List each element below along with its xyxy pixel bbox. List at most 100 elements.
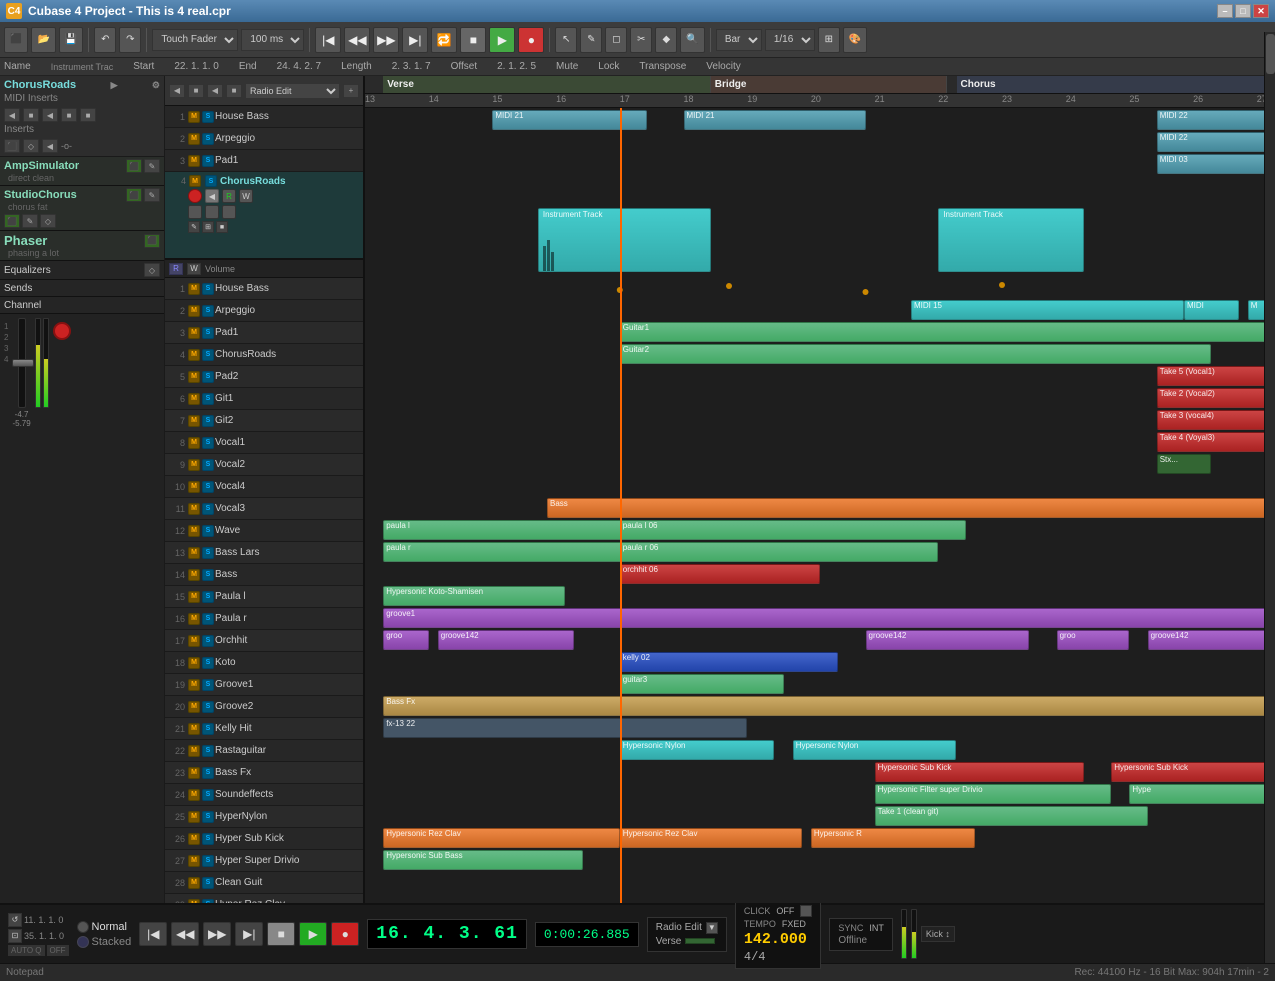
clip-koto-1[interactable]: Hypersonic Koto-Shamisen — [383, 586, 565, 606]
transport-play[interactable]: ▶ — [299, 922, 327, 946]
track-20-mute-btn[interactable]: M — [188, 701, 200, 713]
track-19-mute-btn[interactable]: M — [188, 679, 200, 691]
track-10-mute-btn[interactable]: M — [188, 481, 200, 493]
clip-vocal4-1[interactable]: Take 3 (vocal4) — [1157, 410, 1266, 430]
track-17-solo-btn[interactable]: S — [202, 635, 214, 647]
clip-sfx-1[interactable]: fx-13 22 — [383, 718, 747, 738]
vertical-scrollbar[interactable] — [1264, 76, 1275, 903]
track-10-solo-btn[interactable]: S — [202, 481, 214, 493]
clip-paulal-2[interactable]: paula l 06 — [620, 520, 966, 540]
fader-thumb[interactable] — [12, 359, 34, 367]
clip-groove2-5[interactable]: groove142 — [1148, 630, 1275, 650]
loop-btn[interactable]: ↺ — [8, 913, 22, 927]
clip-vocal3-1[interactable]: Take 4 (Voyal3) — [1157, 432, 1266, 452]
track-6-solo-btn[interactable]: S — [202, 393, 214, 405]
track-2-solo-btn[interactable]: S — [202, 305, 214, 317]
clip-groove2-2[interactable]: groove142 — [438, 630, 575, 650]
track-21-mute-btn[interactable]: M — [188, 723, 200, 735]
midi-ctrl-3[interactable]: ◀ — [42, 108, 58, 122]
channel-options-btn[interactable]: ⚙ — [152, 80, 160, 91]
clip-housebass-3[interactable]: MIDI 22 — [1157, 110, 1275, 130]
track-17-mute-btn[interactable]: M — [188, 635, 200, 647]
track-13-solo-btn[interactable]: S — [202, 547, 214, 559]
track-list-btn3[interactable]: ◀ — [207, 84, 223, 98]
track-9-solo-btn[interactable]: S — [202, 459, 214, 471]
track-top-3-mute[interactable]: M — [188, 155, 200, 167]
chroads-e-btn[interactable] — [188, 205, 202, 219]
transport-record[interactable]: ● — [331, 922, 359, 946]
track-18-solo-btn[interactable]: S — [202, 657, 214, 669]
clip-subbass-1[interactable]: Hypersonic Sub Bass — [383, 850, 583, 870]
track-4-solo-btn[interactable]: S — [202, 349, 214, 361]
track-25-solo-btn[interactable]: S — [202, 811, 214, 823]
clip-arpeggio-1[interactable]: MIDI 22 — [1157, 132, 1266, 152]
clip-nylon-2[interactable]: Hypersonic Nylon — [793, 740, 957, 760]
auto-write-btn[interactable]: W — [187, 263, 201, 275]
chroads-icon3[interactable]: ■ — [216, 221, 228, 233]
clip-groove2-4[interactable]: groo — [1057, 630, 1130, 650]
rewind-button[interactable]: ◀◀ — [344, 27, 370, 53]
clip-rezclav-1[interactable]: Hypersonic Rez Clav — [383, 828, 620, 848]
clip-chorusroads-2[interactable]: Instrument Track — [938, 208, 1084, 272]
clip-wave-1[interactable]: Stx... — [1157, 454, 1212, 474]
track-12-mute-btn[interactable]: M — [188, 525, 200, 537]
clip-drivio-1[interactable]: Hypersonic Filter super Drivio — [875, 784, 1112, 804]
midi-ctrl-2[interactable]: ■ — [23, 108, 39, 122]
clip-housebass-2[interactable]: MIDI 21 — [684, 110, 866, 130]
track-9-mute-btn[interactable]: M — [188, 459, 200, 471]
chroads-f-btn[interactable] — [222, 205, 236, 219]
draw-tool[interactable]: ✎ — [580, 27, 602, 53]
midi-ctrl-5[interactable]: ■ — [80, 108, 96, 122]
track-12-solo-btn[interactable]: S — [202, 525, 214, 537]
chroads-play-btn[interactable]: R — [222, 189, 236, 203]
minimize-button[interactable]: – — [1217, 4, 1233, 18]
track-1-solo-btn[interactable]: S — [202, 283, 214, 295]
clip-rezclav-2[interactable]: Hypersonic Rez Clav — [620, 828, 802, 848]
clip-drivio-2[interactable]: Hype — [1129, 784, 1275, 804]
amp-power-btn[interactable]: ⬛ — [126, 159, 142, 173]
clip-groove2-3[interactable]: groove142 — [866, 630, 1030, 650]
track-26-solo-btn[interactable]: S — [202, 833, 214, 845]
rewind-to-start-button[interactable]: |◀ — [315, 27, 341, 53]
clip-orchhit-1[interactable]: orchhit 06 — [620, 564, 820, 584]
click-options-btn[interactable] — [800, 905, 812, 917]
record-button[interactable]: ● — [518, 27, 544, 53]
clip-kelly-1[interactable]: kelly 02 — [620, 652, 838, 672]
track-26-mute-btn[interactable]: M — [188, 833, 200, 845]
track-23-solo-btn[interactable]: S — [202, 767, 214, 779]
track-27-mute-btn[interactable]: M — [188, 855, 200, 867]
clip-rezclav-3[interactable]: Hypersonic R — [811, 828, 975, 848]
chorusroads-name[interactable]: ChorusRoads ▶ ⚙ — [4, 79, 160, 91]
glue-tool[interactable]: ◆ — [655, 27, 677, 53]
clip-vocal1-1[interactable]: Take 5 (Vocal1) — [1157, 366, 1266, 386]
track-preset-select[interactable]: Radio Edit — [245, 83, 340, 99]
midi-ctrl-1[interactable]: ◀ — [4, 108, 20, 122]
chorus-btn2[interactable]: ✎ — [22, 214, 38, 228]
track-top-1-mute[interactable]: M — [188, 111, 200, 123]
automation-mode-select[interactable]: Touch Fader — [152, 29, 238, 51]
track-14-solo-btn[interactable]: S — [202, 569, 214, 581]
track-top-3-solo[interactable]: S — [202, 155, 214, 167]
midi-ctrl-4[interactable]: ■ — [61, 108, 77, 122]
split-tool[interactable]: ✂ — [630, 27, 652, 53]
track-11-mute-btn[interactable]: M — [188, 503, 200, 515]
track-top-1-solo[interactable]: S — [202, 111, 214, 123]
erase-tool[interactable]: ◻ — [605, 27, 627, 53]
track-5-mute-btn[interactable]: M — [188, 371, 200, 383]
fader-track[interactable] — [18, 318, 26, 408]
transport-go-end[interactable]: ▶| — [235, 922, 263, 946]
clip-subkick-2[interactable]: Hypersonic Sub Kick — [1111, 762, 1275, 782]
transport-stop[interactable]: ■ — [267, 922, 295, 946]
zoom-tool[interactable]: 🔍 — [680, 27, 704, 53]
track-29-mute-btn[interactable]: M — [188, 899, 200, 904]
track-11-solo-btn[interactable]: S — [202, 503, 214, 515]
chroads-icon1[interactable]: ✎ — [188, 221, 200, 233]
clip-paulal2[interactable]: paula r 06 — [620, 542, 939, 562]
arrange-view[interactable]: MIDI 21 MIDI 21 MIDI 22 MIDI 22 MIDI 03 … — [365, 108, 1275, 903]
track-16-solo-btn[interactable]: S — [202, 613, 214, 625]
eq-expand-btn[interactable]: ◇ — [144, 263, 160, 277]
track-3-solo-btn[interactable]: S — [202, 327, 214, 339]
insert-btn3[interactable]: ◀ — [42, 139, 58, 153]
track-15-mute-btn[interactable]: M — [188, 591, 200, 603]
chroads-rec-btn[interactable] — [188, 189, 202, 203]
